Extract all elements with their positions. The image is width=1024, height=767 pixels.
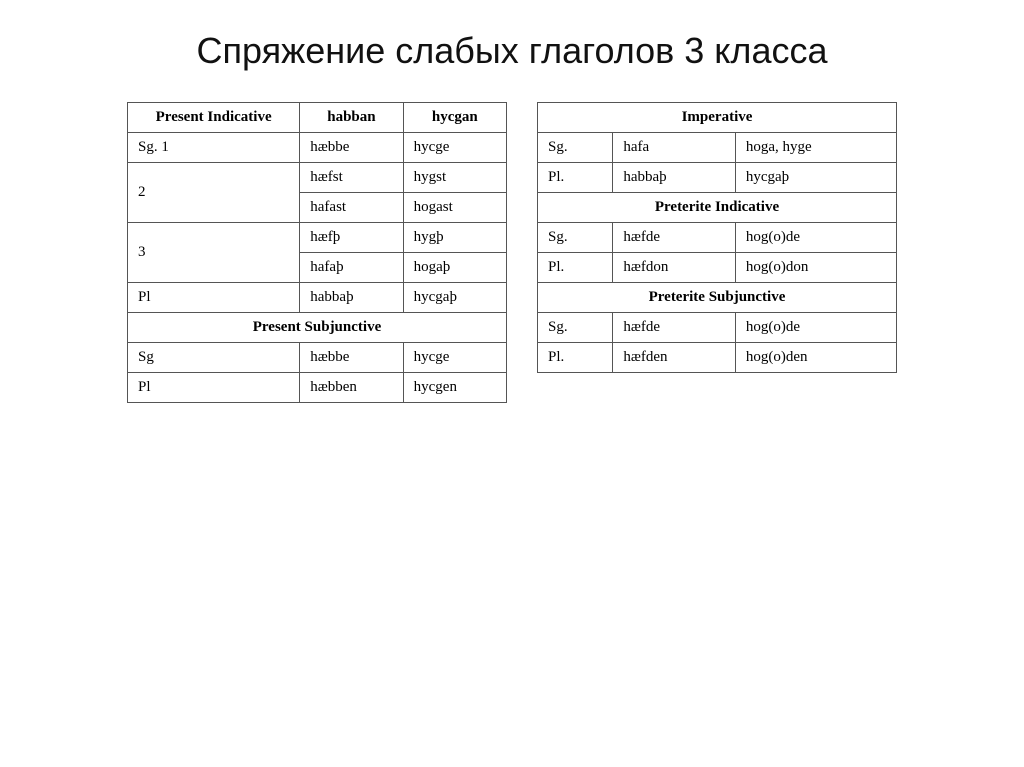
right-row-label: Sg. bbox=[538, 133, 613, 163]
right-row-col1: hafa bbox=[613, 133, 735, 163]
left-row-col2: hycgaþ bbox=[403, 283, 506, 313]
left-row-col1: hæfþ bbox=[300, 223, 403, 253]
right-section-header: Preterite Subjunctive bbox=[538, 283, 897, 313]
left-subrow-label: Sg bbox=[128, 343, 300, 373]
left-row-col2: hygst bbox=[403, 163, 506, 193]
left-header-col1: habban bbox=[300, 103, 403, 133]
left-row-col1: habbaþ bbox=[300, 283, 403, 313]
left-subheader: Present Subjunctive bbox=[128, 313, 507, 343]
left-row-label: 2 bbox=[128, 163, 300, 223]
left-row-col1: hæfst bbox=[300, 163, 403, 193]
right-row-label: Pl. bbox=[538, 163, 613, 193]
left-subrow-col2: hycgen bbox=[403, 373, 506, 403]
left-subrow-col1: hæbbe bbox=[300, 343, 403, 373]
left-row-col1: hafaþ bbox=[300, 253, 403, 283]
right-row-col2: hog(o)de bbox=[735, 223, 896, 253]
right-row-col2: hog(o)don bbox=[735, 253, 896, 283]
right-row-col1: hæfde bbox=[613, 223, 735, 253]
left-header-label: Present Indicative bbox=[128, 103, 300, 133]
right-row-col2: hoga, hyge bbox=[735, 133, 896, 163]
left-row-col1: hæbbe bbox=[300, 133, 403, 163]
left-header-col2: hycgan bbox=[403, 103, 506, 133]
tables-container: Present Indicative habban hycgan Sg. 1hæ… bbox=[20, 102, 1004, 403]
page-title: Спряжение слабых глаголов 3 класса bbox=[197, 30, 828, 72]
left-subrow-col2: hycge bbox=[403, 343, 506, 373]
right-row-col1: hæfde bbox=[613, 313, 735, 343]
left-subrow-col1: hæbben bbox=[300, 373, 403, 403]
left-row-col1: hafast bbox=[300, 193, 403, 223]
right-section-header: Imperative bbox=[538, 103, 897, 133]
right-row-label: Sg. bbox=[538, 313, 613, 343]
right-row-col2: hog(o)de bbox=[735, 313, 896, 343]
left-row-col2: hogaþ bbox=[403, 253, 506, 283]
left-row-col2: hogast bbox=[403, 193, 506, 223]
right-row-label: Sg. bbox=[538, 223, 613, 253]
right-row-label: Pl. bbox=[538, 253, 613, 283]
right-row-col1: hæfden bbox=[613, 343, 735, 373]
left-subrow-label: Pl bbox=[128, 373, 300, 403]
left-row-label: Pl bbox=[128, 283, 300, 313]
right-row-label: Pl. bbox=[538, 343, 613, 373]
left-row-col2: hycge bbox=[403, 133, 506, 163]
left-table: Present Indicative habban hycgan Sg. 1hæ… bbox=[127, 102, 507, 403]
right-row-col1: hæfdon bbox=[613, 253, 735, 283]
right-row-col1: habbaþ bbox=[613, 163, 735, 193]
right-row-col2: hog(o)den bbox=[735, 343, 896, 373]
right-section-header: Preterite Indicative bbox=[538, 193, 897, 223]
right-row-col2: hycgaþ bbox=[735, 163, 896, 193]
left-row-label: Sg. 1 bbox=[128, 133, 300, 163]
right-table: ImperativeSg.hafahoga, hygePl.habbaþhycg… bbox=[537, 102, 897, 373]
left-row-col2: hygþ bbox=[403, 223, 506, 253]
left-row-label: 3 bbox=[128, 223, 300, 283]
